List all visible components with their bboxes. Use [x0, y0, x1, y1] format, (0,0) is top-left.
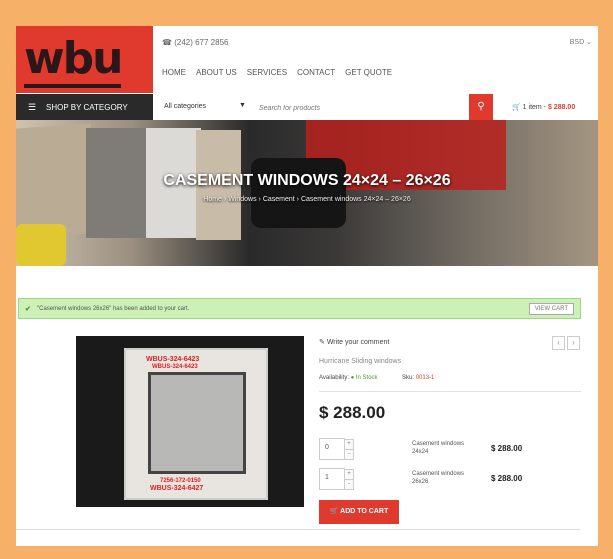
chevron-right-icon[interactable]: › [567, 336, 580, 350]
hero-sofa [251, 158, 346, 228]
phone-icon: ☎ [162, 38, 172, 47]
quantity-stepper[interactable]: 0 + - [319, 438, 354, 460]
product-image[interactable]: WBUS-324-6423 WBUS-324-6427 7256-172-015… [76, 336, 304, 507]
hero-yellow-object [16, 224, 66, 266]
product-price: $ 288.00 [319, 403, 386, 422]
variant-name: Casement windows 26x26 [412, 471, 465, 485]
currency-label: BSD [569, 39, 585, 46]
cart-icon: 🛒 [329, 508, 339, 515]
chevron-down-icon: ⌄ [586, 39, 592, 46]
quantity-value: 0 [325, 444, 329, 451]
availability-value: In Stock [355, 375, 378, 381]
page-title: CASEMENT WINDOWS 24×24 – 26×26 [163, 172, 451, 189]
product-pager: ‹ › [552, 336, 580, 350]
nav-item-services[interactable]: SERVICES [247, 68, 287, 77]
in-stock-icon: ● [350, 375, 355, 381]
nav-item-about[interactable]: ABOUT US [196, 68, 237, 77]
breadcrumb-windows[interactable]: Windows [228, 196, 256, 203]
add-to-cart-label: ADD TO CART [340, 508, 389, 515]
search-bar: All categories ▼ [154, 94, 491, 121]
add-to-cart-button[interactable]: 🛒 ADD TO CART [319, 500, 399, 524]
logo[interactable]: wbu [16, 26, 153, 93]
caret-down-icon: ▼ [239, 102, 246, 109]
menu-icon: ☰ [28, 102, 37, 112]
hero-banner: CASEMENT WINDOWS 24×24 – 26×26 Home › Wi… [16, 120, 598, 266]
window-glass [148, 372, 246, 474]
availability: Availability: ● In Stock [319, 375, 378, 381]
product-subtitle: Hurricane Sliding windows [319, 358, 402, 365]
view-cart-button[interactable]: VIEW CART [528, 303, 574, 315]
write-comment-link[interactable]: ✎ Write your comment [319, 338, 389, 346]
quantity-stepper[interactable]: 1 + - [319, 468, 354, 490]
shop-by-category-label: SHOP BY CATEGORY [46, 103, 128, 112]
shop-by-category-button[interactable]: ☰ SHOP BY CATEGORY [16, 94, 153, 120]
nav-item-contact[interactable]: CONTACT [297, 68, 335, 77]
window-sticker-bottom: WBUS-324-6427 [150, 485, 204, 492]
cart-icon: 🛒 [512, 104, 521, 111]
breadcrumb-home[interactable]: Home [203, 196, 222, 203]
breadcrumb-current: Casement windows 24×24 – 26×26 [300, 196, 411, 203]
search-button[interactable]: ⚲ [469, 94, 493, 120]
sku-value: 0013-1 [415, 375, 435, 381]
sku-label: Sku: [402, 375, 415, 381]
cart-total: $ 288.00 [547, 104, 576, 111]
window-sticker-bottom-2: 7256-172-0150 [160, 478, 201, 484]
logo-text: wbu [24, 33, 123, 88]
cart-summary: 1 item - [522, 104, 547, 111]
divider [16, 529, 580, 530]
availability-label: Availability: [319, 375, 349, 381]
variant-name: Casement windows 24x24 [412, 441, 465, 455]
minus-icon[interactable]: - [344, 479, 354, 490]
minus-icon[interactable]: - [344, 449, 354, 460]
write-comment-label: Write your comment [326, 339, 390, 346]
window-sticker-top-2: WBUS-324-6423 [152, 364, 198, 370]
currency-selector[interactable]: BSD ⌄ [570, 38, 592, 46]
top-navigation: HOME ABOUT US SERVICES CONTACT GET QUOTE [162, 68, 392, 77]
chevron-left-icon[interactable]: ‹ [552, 336, 565, 350]
breadcrumb: Home › Windows › Casement › Casement win… [203, 196, 411, 203]
phone-number: ☎ (242) 677 2856 [162, 38, 228, 47]
nav-item-get-quote[interactable]: GET QUOTE [345, 68, 392, 77]
breadcrumb-casement[interactable]: Casement [263, 196, 295, 203]
page-frame: wbu ☎ (242) 677 2856 BSD ⌄ HOME ABOUT US… [16, 26, 598, 546]
nav-item-home[interactable]: HOME [162, 68, 186, 77]
category-select[interactable]: All categories [164, 103, 206, 110]
notice-message: "Casement windows 26x26" has been added … [37, 306, 190, 312]
window-frame: WBUS-324-6423 WBUS-324-6427 7256-172-015… [124, 348, 268, 500]
cart-notice: ✔ "Casement windows 26x26" has been adde… [18, 298, 581, 319]
mini-cart[interactable]: 🛒 1 item - $ 288.00 [512, 103, 575, 111]
sku: Sku: 0013-1 [402, 375, 434, 381]
pencil-icon: ✎ [319, 339, 325, 346]
search-input[interactable] [257, 100, 471, 116]
window-sticker-top: WBUS-324-6423 [146, 356, 200, 363]
variant-price: $ 288.00 [491, 474, 523, 483]
divider [319, 391, 581, 392]
search-icon: ⚲ [477, 101, 485, 112]
quantity-value: 1 [325, 474, 329, 481]
check-icon: ✔ [25, 306, 31, 313]
phone-text: (242) 677 2856 [174, 38, 229, 47]
variant-price: $ 288.00 [491, 444, 523, 453]
